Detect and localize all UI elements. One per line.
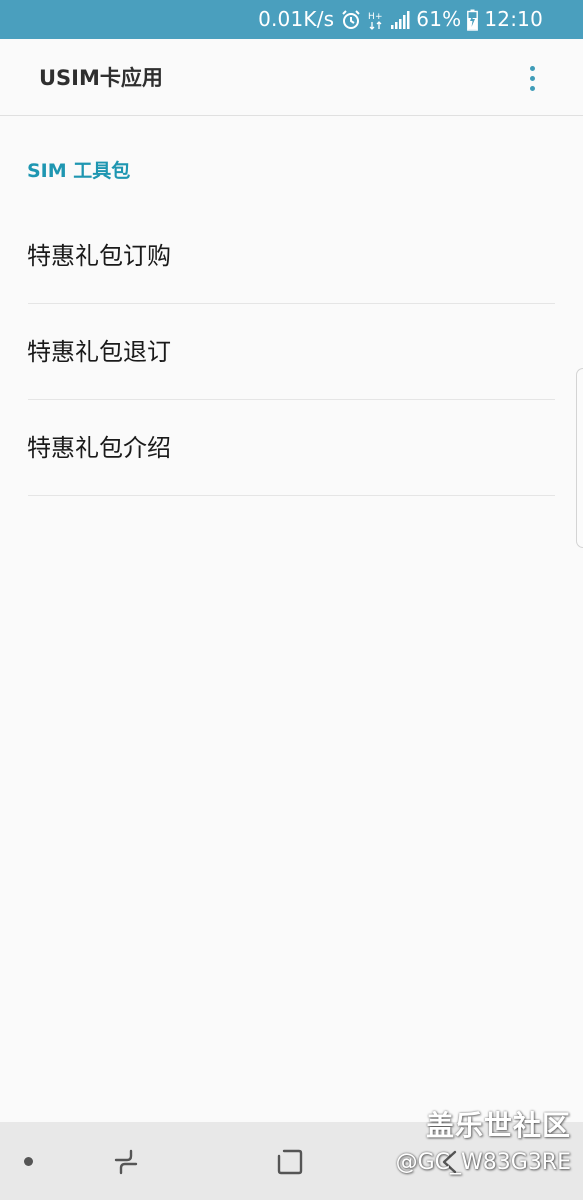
page-title: USIM卡应用 (39, 66, 163, 90)
menu-list: 特惠礼包订购 特惠礼包退订 特惠礼包介绍 (0, 208, 583, 496)
app-bar: USIM卡应用 (0, 39, 583, 116)
list-item-introduction[interactable]: 特惠礼包介绍 (0, 400, 583, 496)
more-options-button[interactable] (516, 61, 548, 95)
network-speed: 0.01K/s (258, 7, 335, 31)
home-button[interactable] (272, 1144, 308, 1180)
watermark-user: @GC_W83G3RE (395, 1150, 571, 1175)
battery-charging-icon (467, 9, 479, 31)
list-item-unsubscribe[interactable]: 特惠礼包退订 (0, 304, 583, 400)
divider (28, 495, 555, 496)
more-vert-icon-dot (529, 85, 535, 91)
more-vert-icon-dot (529, 75, 535, 81)
more-vert-icon (529, 65, 535, 71)
section-header: SIM 工具包 (27, 160, 131, 182)
recent-apps-button[interactable] (108, 1144, 144, 1180)
battery-percent: 61% (416, 7, 462, 31)
status-bar: 0.01K/s H+ 61% 12:10 (0, 0, 583, 39)
network-type-label: H+ (368, 12, 383, 22)
edge-panel-handle[interactable] (576, 368, 583, 548)
signal-icon (390, 10, 410, 30)
clock: 12:10 (484, 7, 543, 31)
list-item-label: 特惠礼包退订 (27, 338, 171, 366)
alarm-icon (340, 9, 362, 31)
watermark-community: 盖乐世社区 (425, 1109, 571, 1142)
recent-apps-icon (114, 1149, 138, 1175)
network-type-icon: H+ (368, 9, 384, 31)
nav-indicator-dot[interactable] (24, 1157, 33, 1166)
list-item-label: 特惠礼包介绍 (27, 434, 171, 462)
list-item-label: 特惠礼包订购 (27, 242, 171, 270)
status-indicators: 0.01K/s H+ 61% 12:10 (258, 0, 543, 39)
home-icon (277, 1149, 303, 1175)
list-item-subscribe[interactable]: 特惠礼包订购 (0, 208, 583, 304)
